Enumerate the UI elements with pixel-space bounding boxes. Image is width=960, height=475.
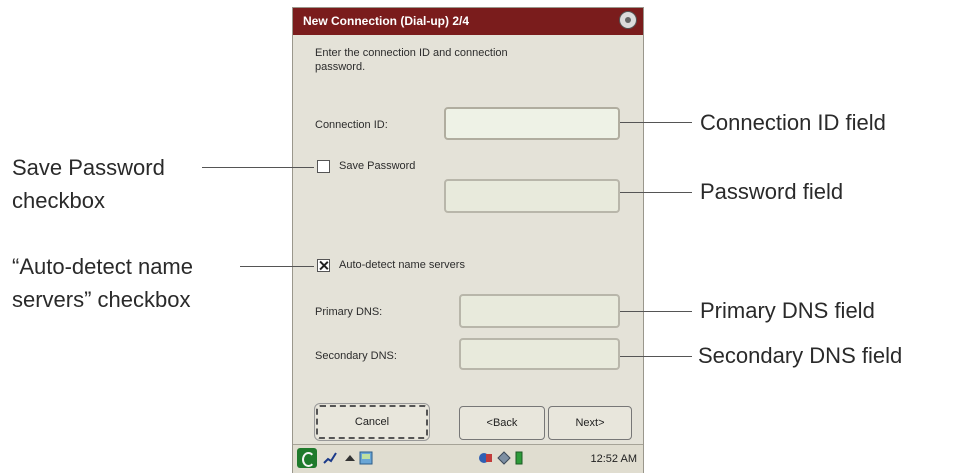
taskbar-clock: 12:52 AM <box>590 453 637 465</box>
input-method-icon[interactable] <box>323 451 337 465</box>
auto-detect-callout-line1: “Auto-detect name <box>12 254 193 279</box>
start-menu-icon[interactable] <box>297 448 317 468</box>
dialog-title: New Connection (Dial-up) 2/4 <box>303 14 470 28</box>
secondary-dns-callout: Secondary DNS field <box>698 343 903 368</box>
connection-status-icon[interactable] <box>497 451 511 465</box>
instruction-text: Enter the connection ID and connection p… <box>315 47 508 73</box>
password-leader-line <box>620 192 692 193</box>
primary-dns-leader-line <box>620 311 692 312</box>
connection-id-label: Connection ID: <box>315 119 388 131</box>
next-button[interactable]: Next> <box>548 406 632 440</box>
secondary-dns-field[interactable] <box>459 338 620 370</box>
connection-id-callout: Connection ID field <box>700 110 886 135</box>
primary-dns-callout: Primary DNS field <box>700 298 875 323</box>
save-password-callout-line1: Save Password <box>12 155 165 180</box>
connection-id-leader-line <box>620 122 692 123</box>
password-field[interactable] <box>444 179 620 213</box>
primary-dns-label: Primary DNS: <box>315 306 383 318</box>
network-icon[interactable] <box>479 451 493 465</box>
app-switcher-icon[interactable] <box>359 451 373 465</box>
primary-dns-field[interactable] <box>459 294 620 328</box>
save-password-label: Save Password <box>339 160 416 172</box>
battery-icon[interactable] <box>515 451 523 465</box>
keyboard-toggle-icon[interactable] <box>343 451 357 465</box>
pda-screen: New Connection (Dial-up) 2/4 Enter the c… <box>292 7 644 473</box>
auto-detect-name-servers-label: Auto-detect name servers <box>339 259 465 271</box>
auto-detect-name-servers-checkbox[interactable] <box>317 259 330 272</box>
save-password-callout-line2: checkbox <box>12 188 105 213</box>
save-password-leader-line <box>202 167 314 168</box>
password-callout: Password field <box>700 179 844 204</box>
secondary-dns-label: Secondary DNS: <box>315 350 397 362</box>
auto-detect-callout-line2: servers” checkbox <box>12 287 191 312</box>
close-icon[interactable] <box>619 11 637 29</box>
taskbar: 12:52 AM <box>293 444 643 473</box>
back-button[interactable]: <Back <box>459 406 545 440</box>
connection-id-field[interactable] <box>444 107 620 140</box>
cancel-button[interactable]: Cancel <box>314 403 430 441</box>
dialog-titlebar: New Connection (Dial-up) 2/4 <box>293 8 643 35</box>
secondary-dns-leader-line <box>620 356 692 357</box>
save-password-checkbox[interactable] <box>317 160 330 173</box>
auto-detect-leader-line <box>240 266 314 267</box>
